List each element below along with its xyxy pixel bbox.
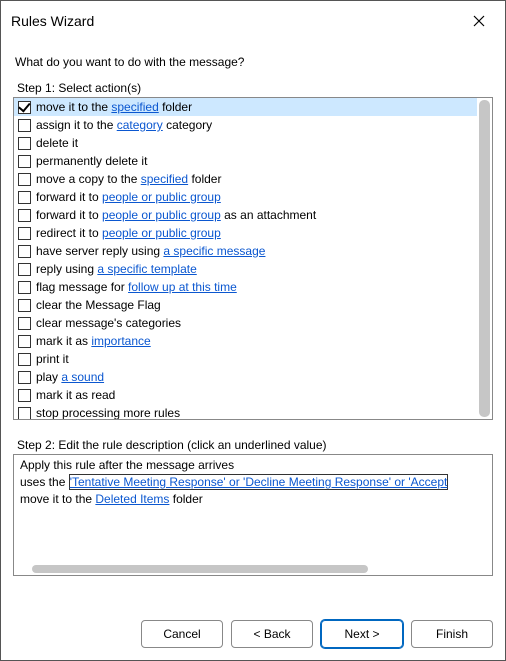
action-label: reply using a specific template xyxy=(36,260,197,278)
action-link[interactable]: people or public group xyxy=(102,190,221,204)
action-checkbox[interactable] xyxy=(18,317,31,330)
description-body[interactable]: Apply this rule after the message arrive… xyxy=(14,455,492,563)
action-checkbox[interactable] xyxy=(18,209,31,222)
close-button[interactable] xyxy=(463,9,495,33)
description-hscroll-thumb[interactable] xyxy=(32,565,368,573)
actions-list[interactable]: move it to the specified folderassign it… xyxy=(14,98,477,419)
action-link[interactable]: category xyxy=(117,118,163,132)
action-checkbox[interactable] xyxy=(18,371,31,384)
action-link[interactable]: a specific template xyxy=(97,262,196,276)
action-row[interactable]: permanently delete it xyxy=(14,152,477,170)
desc-line-2: uses the 'Tentative Meeting Response' or… xyxy=(20,474,486,491)
action-row[interactable]: redirect it to people or public group xyxy=(14,224,477,242)
action-row[interactable]: forward it to people or public group xyxy=(14,188,477,206)
window-title: Rules Wizard xyxy=(11,13,94,29)
rules-wizard-window: Rules Wizard What do you want to do with… xyxy=(0,0,506,661)
description-hscrollbar[interactable] xyxy=(32,565,480,573)
action-checkbox[interactable] xyxy=(18,191,31,204)
step2-label: Step 2: Edit the rule description (click… xyxy=(17,438,493,452)
action-link[interactable]: a specific message xyxy=(163,244,265,258)
action-row[interactable]: have server reply using a specific messa… xyxy=(14,242,477,260)
action-label: stop processing more rules xyxy=(36,404,180,419)
action-row[interactable]: stop processing more rules xyxy=(14,404,477,419)
action-row[interactable]: clear the Message Flag xyxy=(14,296,477,314)
title-bar: Rules Wizard xyxy=(1,1,505,41)
cancel-button[interactable]: Cancel xyxy=(141,620,223,648)
action-link[interactable]: importance xyxy=(91,334,150,348)
desc-folder-link[interactable]: Deleted Items xyxy=(95,492,169,506)
action-checkbox[interactable] xyxy=(18,407,31,420)
wizard-content: What do you want to do with the message?… xyxy=(1,41,505,608)
action-row[interactable]: reply using a specific template xyxy=(14,260,477,278)
action-label: clear message's categories xyxy=(36,314,181,332)
action-row[interactable]: move it to the specified folder xyxy=(14,98,477,116)
action-label: move it to the specified folder xyxy=(36,98,192,116)
desc-line-3: move it to the Deleted Items folder xyxy=(20,491,486,508)
action-label: forward it to people or public group xyxy=(36,188,221,206)
action-checkbox[interactable] xyxy=(18,389,31,402)
back-button[interactable]: < Back xyxy=(231,620,313,648)
action-label: permanently delete it xyxy=(36,152,147,170)
action-checkbox[interactable] xyxy=(18,227,31,240)
action-link[interactable]: people or public group xyxy=(102,226,221,240)
desc-form-link[interactable]: 'Tentative Meeting Response' or 'Decline… xyxy=(69,474,449,490)
action-checkbox[interactable] xyxy=(18,173,31,186)
action-row[interactable]: move a copy to the specified folder xyxy=(14,170,477,188)
action-label: redirect it to people or public group xyxy=(36,224,221,242)
action-label: play a sound xyxy=(36,368,104,386)
action-label: print it xyxy=(36,350,69,368)
action-label: move a copy to the specified folder xyxy=(36,170,221,188)
next-button[interactable]: Next > xyxy=(321,620,403,648)
action-checkbox[interactable] xyxy=(18,263,31,276)
action-checkbox[interactable] xyxy=(18,353,31,366)
action-label: mark it as importance xyxy=(36,332,151,350)
actions-scroll-thumb[interactable] xyxy=(479,100,490,417)
action-row[interactable]: play a sound xyxy=(14,368,477,386)
action-row[interactable]: forward it to people or public group as … xyxy=(14,206,477,224)
step1-label: Step 1: Select action(s) xyxy=(17,81,493,95)
action-row[interactable]: assign it to the category category xyxy=(14,116,477,134)
close-icon xyxy=(473,15,485,27)
action-label: mark it as read xyxy=(36,386,115,404)
action-row[interactable]: mark it as read xyxy=(14,386,477,404)
action-label: clear the Message Flag xyxy=(36,296,161,314)
action-row[interactable]: clear message's categories xyxy=(14,314,477,332)
action-checkbox[interactable] xyxy=(18,299,31,312)
action-row[interactable]: print it xyxy=(14,350,477,368)
action-label: delete it xyxy=(36,134,78,152)
action-checkbox[interactable] xyxy=(18,335,31,348)
action-row[interactable]: flag message for follow up at this time xyxy=(14,278,477,296)
action-link[interactable]: specified xyxy=(111,100,158,114)
action-checkbox[interactable] xyxy=(18,281,31,294)
action-label: flag message for follow up at this time xyxy=(36,278,237,296)
action-checkbox[interactable] xyxy=(18,137,31,150)
desc-line-1: Apply this rule after the message arrive… xyxy=(20,457,486,474)
action-link[interactable]: specified xyxy=(141,172,188,186)
finish-button[interactable]: Finish xyxy=(411,620,493,648)
action-checkbox[interactable] xyxy=(18,119,31,132)
action-label: assign it to the category category xyxy=(36,116,212,134)
action-checkbox[interactable] xyxy=(18,155,31,168)
action-label: have server reply using a specific messa… xyxy=(36,242,265,260)
action-checkbox[interactable] xyxy=(18,245,31,258)
wizard-question: What do you want to do with the message? xyxy=(15,55,493,69)
action-checkbox[interactable] xyxy=(18,101,31,114)
action-link[interactable]: follow up at this time xyxy=(128,280,237,294)
action-row[interactable]: delete it xyxy=(14,134,477,152)
actions-list-container: move it to the specified folderassign it… xyxy=(13,97,493,420)
button-bar: Cancel < Back Next > Finish xyxy=(1,608,505,660)
action-link[interactable]: a sound xyxy=(61,370,104,384)
action-link[interactable]: people or public group xyxy=(102,208,221,222)
actions-scrollbar[interactable] xyxy=(479,100,490,417)
action-label: forward it to people or public group as … xyxy=(36,206,316,224)
action-row[interactable]: mark it as importance xyxy=(14,332,477,350)
description-container: Apply this rule after the message arrive… xyxy=(13,454,493,576)
